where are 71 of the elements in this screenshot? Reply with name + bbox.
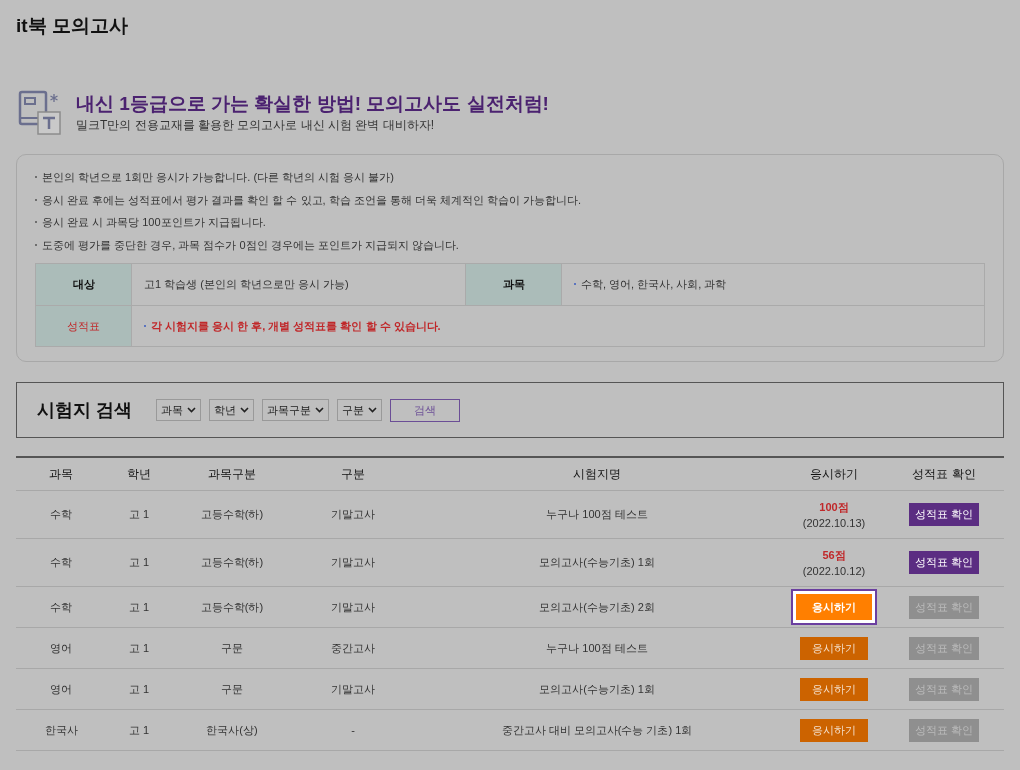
table-cell-text: 기말고사 bbox=[330, 555, 376, 571]
score-text: 100점 bbox=[819, 499, 849, 515]
take-exam-button[interactable]: 응시하기 bbox=[800, 636, 868, 660]
report-button[interactable]: 성적표 확인 bbox=[909, 503, 979, 526]
column-header: 과목 bbox=[48, 466, 74, 483]
table-cell: 고1 학습생 (본인의 학년으로만 응시 가능) bbox=[132, 264, 466, 306]
notice-text: 도중에 평가를 중단한 경우, 과목 점수가 0점인 경우에는 포인트가 지급되지 않습니다. bbox=[42, 237, 459, 253]
table-cell-text: 누구나 100점 테스트 bbox=[545, 640, 649, 656]
page-title: it북 모의고사 bbox=[16, 14, 129, 38]
table-cell-text: 고 1 bbox=[127, 555, 151, 571]
column-header: 시험지명 bbox=[572, 466, 622, 483]
column-header: 응시하기 bbox=[809, 466, 859, 483]
table-cell-text: 기말고사 bbox=[330, 681, 376, 697]
column-header: 학년 bbox=[126, 466, 152, 483]
chevron-down-icon bbox=[240, 407, 249, 413]
book-with-t-icon bbox=[18, 90, 64, 136]
table-header-cell: 과목 bbox=[466, 264, 562, 306]
table-cell-text: 구문 bbox=[220, 640, 244, 656]
search-button[interactable]: 검색 bbox=[390, 398, 460, 422]
take-exam-button[interactable]: 응시하기 bbox=[800, 677, 868, 701]
cell-text: 수학, 영어, 한국사, 사회, 과학 bbox=[581, 277, 727, 292]
table-cell-text: 기말고사 bbox=[330, 599, 376, 615]
table-cell-text: 수학 bbox=[49, 555, 73, 571]
table-cell-text: 모의고사(수능기초) 2회 bbox=[538, 599, 656, 615]
column-header: 과목구분 bbox=[207, 466, 257, 483]
take-exam-button[interactable]: 응시하기 bbox=[793, 591, 875, 623]
table-cell-text: 구문 bbox=[220, 681, 244, 697]
cell-text: 각 시험지를 응시 한 후, 개별 성적표를 확인 할 수 있습니다. bbox=[151, 318, 441, 334]
search-title: 시험지 검색 bbox=[37, 398, 132, 422]
column-header: 성적표 확인 bbox=[911, 466, 977, 483]
chevron-down-icon bbox=[187, 407, 196, 413]
table-cell-text: 모의고사(수능기초) 1회 bbox=[538, 555, 656, 571]
table-cell-text: 영어 bbox=[49, 640, 73, 656]
date-text: (2022.10.13) bbox=[802, 515, 866, 531]
filter-dropdown[interactable]: 학년 bbox=[209, 399, 254, 421]
notice-text: 본인의 학년으로 1회만 응시가 가능합니다. (다른 학년의 시험 응시 불가) bbox=[42, 170, 394, 185]
table-cell-text: 중간고사 bbox=[330, 640, 376, 656]
date-text: (2022.10.12) bbox=[802, 563, 866, 579]
table-header-cell: 대상 bbox=[36, 264, 132, 306]
chevron-down-icon bbox=[315, 407, 324, 413]
table-cell-text: 고 1 bbox=[127, 722, 151, 738]
table-cell-text: 영어 bbox=[49, 681, 73, 697]
table-cell-text: 모의고사(수능기초) 1회 bbox=[538, 681, 656, 697]
score-text: 56점 bbox=[822, 547, 846, 563]
table-cell-text: 고 1 bbox=[127, 640, 151, 656]
table-cell-text: 수학 bbox=[49, 507, 73, 523]
chevron-down-icon bbox=[368, 407, 377, 413]
table-cell-text: 한국사 bbox=[43, 722, 79, 738]
table-cell-text: - bbox=[350, 722, 356, 738]
banner-headline: 내신 1등급으로 가는 확실한 방법! 모의고사도 실전처럼! bbox=[76, 92, 549, 116]
table-cell-text: 고 1 bbox=[127, 599, 151, 615]
table-cell-text: 고등수학(하) bbox=[199, 599, 265, 615]
notice-text: 응시 완료 후에는 성적표에서 평가 결과를 확인 할 수 있고, 학습 조언을 통해 더욱 체계적인 학습이 가능합니다. bbox=[42, 192, 581, 208]
table-header-cell: 성적표 bbox=[36, 305, 132, 346]
table-cell-text: 고등수학(하) bbox=[199, 555, 265, 571]
table-cell-text: 고 1 bbox=[127, 681, 151, 697]
table-cell-text: 누구나 100점 테스트 bbox=[545, 507, 649, 523]
table-cell-text: 기말고사 bbox=[330, 507, 376, 523]
filter-dropdown[interactable]: 과목 bbox=[156, 399, 201, 421]
filter-dropdown[interactable]: 과목구분 bbox=[262, 399, 329, 421]
table-cell-text: 고등수학(하) bbox=[199, 507, 265, 523]
notice-text: 응시 완료 시 과목당 100포인트가 지급됩니다. bbox=[42, 215, 266, 230]
banner-subline: 밀크T만의 전용교재를 활용한 모의고사로 내신 시험 완벽 대비하자! bbox=[76, 117, 435, 134]
table-cell-text: 중간고사 대비 모의고사(수능 기초) 1회 bbox=[500, 722, 694, 738]
table-cell-text: 한국사(상) bbox=[205, 722, 259, 738]
report-button[interactable]: 성적표 확인 bbox=[909, 551, 979, 574]
table-cell-text: 수학 bbox=[49, 599, 73, 615]
take-exam-button[interactable]: 응시하기 bbox=[800, 718, 868, 742]
column-header: 구분 bbox=[340, 466, 366, 483]
filter-dropdown[interactable]: 구분 bbox=[337, 399, 382, 421]
table-cell-text: 고 1 bbox=[127, 507, 151, 523]
